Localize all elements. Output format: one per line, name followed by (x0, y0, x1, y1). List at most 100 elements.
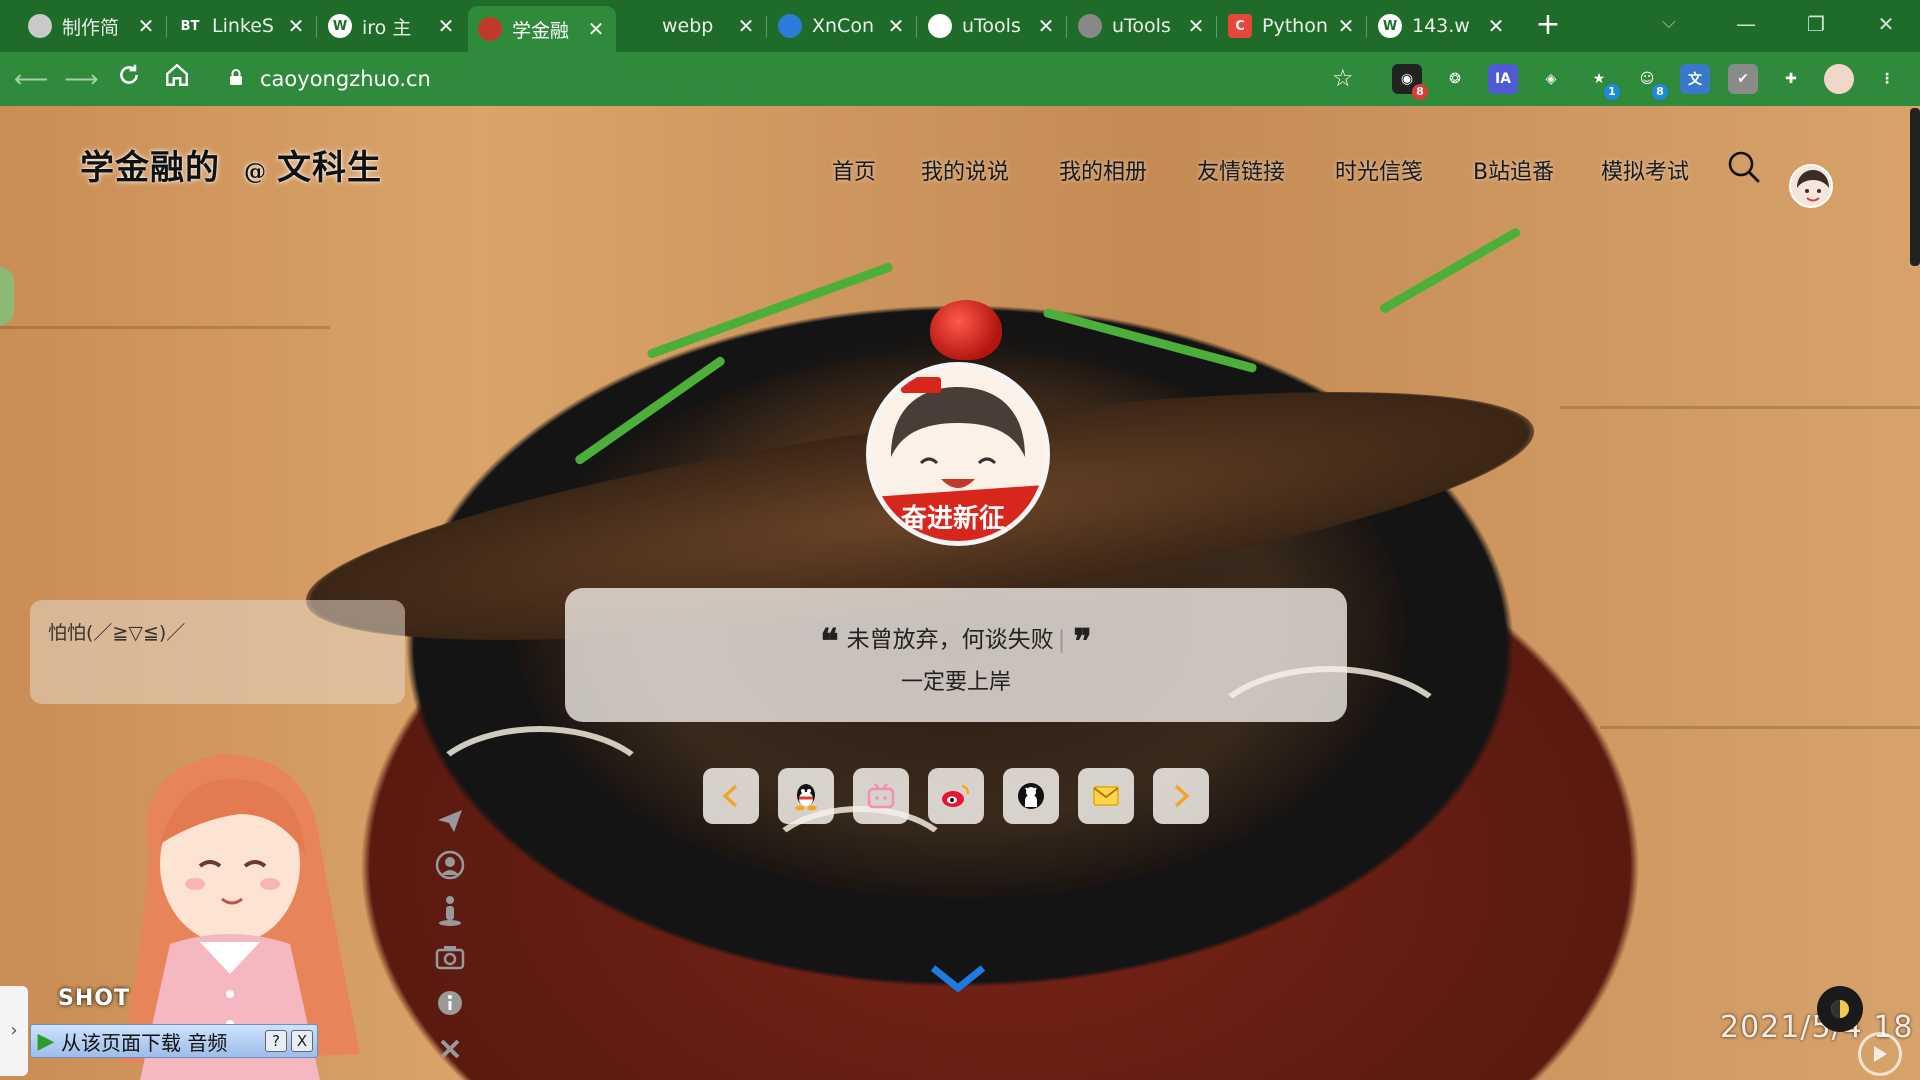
weibo-button[interactable] (928, 768, 984, 824)
nav-item-2[interactable]: 我的相册 (1059, 154, 1147, 186)
tab-close-icon[interactable]: ✕ (1186, 14, 1206, 38)
ext-check-icon[interactable]: ✔ (1728, 64, 1758, 94)
bookmark-star-icon[interactable]: ☆ (1332, 64, 1354, 92)
tab-4[interactable]: webp ✕ (618, 6, 766, 46)
tab-0[interactable]: 制作简 ✕ (18, 6, 166, 46)
ext-shield-icon[interactable]: ❂ (1440, 64, 1470, 94)
tab-close-icon[interactable]: ✕ (436, 14, 456, 38)
quote-open-icon: ❝ (820, 622, 839, 662)
reload-icon[interactable] (112, 62, 146, 96)
prev-arrow-button[interactable] (703, 768, 759, 824)
tab-close-icon[interactable]: ✕ (1336, 14, 1356, 38)
tab-separator (1366, 16, 1367, 38)
onion-decoration (760, 806, 960, 926)
scroll-down-arrow-icon[interactable] (929, 964, 987, 998)
tab-title: 143.w (1412, 15, 1470, 37)
tab-1[interactable]: BT LinkeS ✕ (168, 6, 316, 46)
logo-text: 学金融的 (80, 148, 220, 188)
tab-close-icon[interactable]: ✕ (586, 17, 606, 41)
tab-title: 学金融 (512, 19, 570, 42)
user-avatar[interactable] (1789, 164, 1833, 208)
site-icon (28, 14, 52, 38)
lock-icon[interactable] (222, 68, 250, 91)
tab-8[interactable]: C Python ✕ (1218, 6, 1366, 46)
quote-text: 未曾放弃，何谈失败 (846, 627, 1054, 653)
tab-search-icon[interactable]: ⌵ (1662, 12, 1676, 33)
new-tab-button[interactable]: + (1530, 8, 1566, 44)
person-icon[interactable] (430, 894, 470, 928)
tab-2[interactable]: Wiro 主 ✕ (318, 6, 466, 46)
tab-7[interactable]: uTools ✕ (1068, 6, 1216, 46)
wordpress-icon: W (1378, 14, 1402, 38)
search-icon[interactable] (1727, 150, 1761, 184)
nav-item-1[interactable]: 我的说说 (921, 154, 1009, 186)
tab-6[interactable]: uTools ✕ (918, 6, 1066, 46)
close-button[interactable]: X (291, 1030, 313, 1052)
tab-title: iro 主 (362, 16, 412, 39)
tab-close-icon[interactable]: ✕ (1036, 14, 1056, 38)
ext-cat-icon[interactable]: ☺ 8 (1632, 64, 1668, 100)
profile-avatar-icon[interactable] (1824, 64, 1854, 94)
send-icon[interactable] (430, 804, 470, 838)
back-icon[interactable]: ⟵ (14, 62, 48, 96)
download-audio-bar[interactable]: ▶ 从该页面下载 音频 ? X (30, 1024, 318, 1058)
bilibili-button[interactable] (853, 768, 909, 824)
next-arrow-button[interactable] (1153, 768, 1209, 824)
restore-icon[interactable]: ❐ (1786, 6, 1846, 42)
user-icon[interactable] (430, 848, 470, 882)
ext-badge: 8 (1652, 84, 1668, 100)
xnconvert-icon (778, 14, 802, 38)
quote-card: ❝ 未曾放弃，何谈失败 | ❞ 一定要上岸 (565, 588, 1347, 722)
home-icon[interactable] (160, 62, 194, 96)
info-icon[interactable] (430, 986, 470, 1020)
help-button[interactable]: ? (265, 1030, 287, 1052)
close-window-icon[interactable]: ✕ (1856, 6, 1916, 42)
nav-item-4[interactable]: 时光信笺 (1335, 154, 1423, 186)
ext-globe-icon[interactable]: ◈ (1536, 64, 1566, 94)
side-expand-tab[interactable]: › (0, 986, 28, 1076)
mail-button[interactable] (1078, 768, 1134, 824)
bilibili-icon (867, 783, 895, 809)
camera-icon[interactable] (430, 940, 470, 974)
forward-icon[interactable]: ⟶ (64, 62, 98, 96)
table-plank (1600, 726, 1920, 729)
tab-3[interactable]: 学金融 ✕ (468, 6, 616, 52)
site-logo[interactable]: 学金融的 @ 文科生 (80, 140, 382, 189)
address-bar[interactable]: caoyongzhuo.cn (212, 59, 1342, 99)
music-play-icon[interactable] (1858, 1032, 1902, 1076)
menu-dots-icon[interactable]: ⋮ (1872, 64, 1902, 94)
weibo-icon (942, 784, 970, 807)
tab-5[interactable]: XnCon ✕ (768, 6, 916, 46)
nav-item-0[interactable]: 首页 (832, 154, 876, 186)
page-scrollbar[interactable] (1910, 108, 1920, 266)
tab-9[interactable]: W 143.w ✕ (1368, 6, 1516, 46)
nav-item-6[interactable]: 模拟考试 (1601, 154, 1689, 186)
tab-close-icon[interactable]: ✕ (136, 14, 156, 38)
download-audio-text[interactable]: 从该页面下载 音频 (61, 1027, 265, 1056)
url-text[interactable]: caoyongzhuo.cn (260, 67, 431, 91)
ext-ia-icon[interactable]: IA (1488, 64, 1518, 94)
tab-close-icon[interactable]: ✕ (736, 14, 756, 38)
ext-star-icon[interactable]: ★ 1 (1584, 64, 1620, 100)
play-icon[interactable]: ▶ (31, 1029, 61, 1054)
table-plank (1560, 406, 1920, 409)
ext-translate-icon[interactable]: 文 (1680, 64, 1710, 94)
onion-decoration (420, 726, 660, 866)
github-button[interactable] (1003, 768, 1059, 824)
github-icon (1018, 783, 1044, 809)
minimize-icon[interactable]: — (1716, 6, 1776, 42)
tab-close-icon[interactable]: ✕ (286, 14, 306, 38)
extensions-puzzle-icon[interactable]: ✚ (1776, 64, 1806, 94)
tab-title: webp (662, 15, 714, 37)
qq-button[interactable] (778, 768, 834, 824)
theme-toggle-icon[interactable] (1817, 986, 1863, 1032)
close-icon[interactable] (430, 1032, 470, 1066)
ext-badge-icon[interactable]: ◉ 8 (1392, 64, 1428, 100)
side-float-tab[interactable] (0, 266, 14, 326)
nav-item-3[interactable]: 友情链接 (1197, 154, 1285, 186)
tab-close-icon[interactable]: ✕ (1486, 14, 1506, 38)
nav-item-5[interactable]: B站追番 (1473, 154, 1554, 186)
profile-avatar[interactable]: 奋进新征 (866, 362, 1050, 546)
tab-close-icon[interactable]: ✕ (886, 14, 906, 38)
scallion-decoration (646, 261, 894, 360)
